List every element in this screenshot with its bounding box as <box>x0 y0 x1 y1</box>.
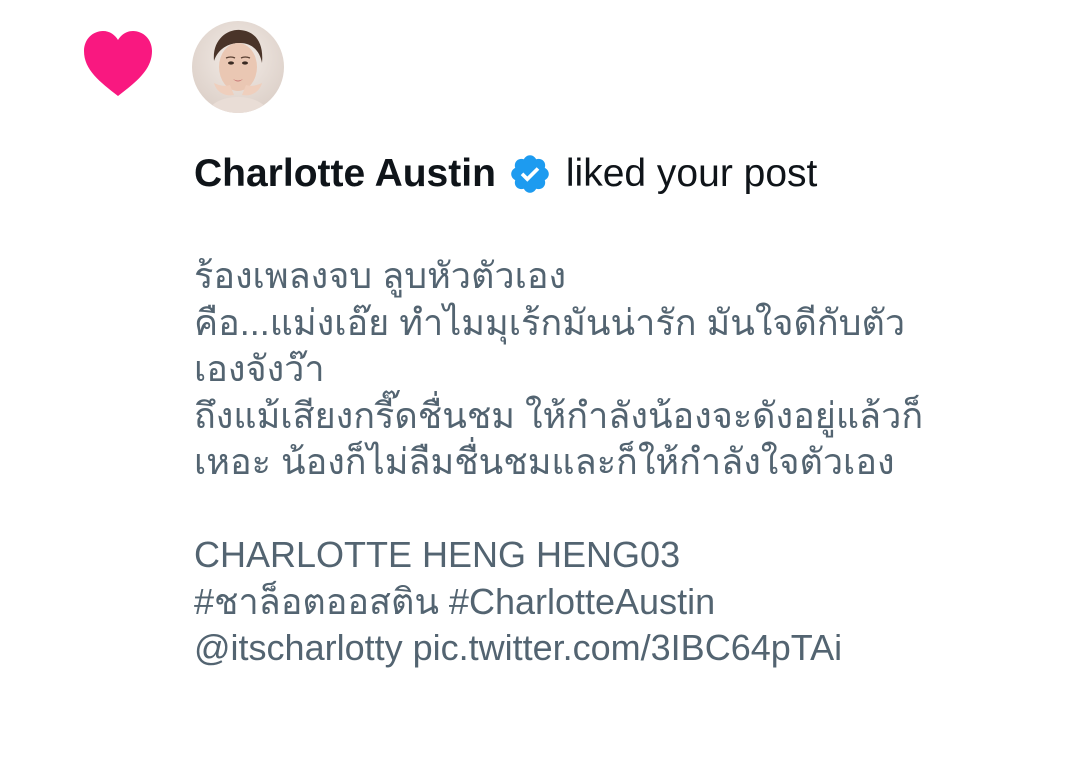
post-line: คือ...แม่งเอ๊ย ทำไมมุเร้กมันน่ารัก มันใจ… <box>194 301 906 343</box>
user-name[interactable]: Charlotte Austin <box>194 150 496 198</box>
verified-badge-icon <box>511 155 549 193</box>
like-notification[interactable]: Charlotte Austin liked your post ร้องเพล… <box>0 0 1077 778</box>
notification-action-text: liked your post <box>565 152 818 195</box>
post-preview[interactable]: ร้องเพลงจบ ลูบหัวตัวเอง คือ...แม่งเอ๊ย ท… <box>194 253 1054 672</box>
avatar[interactable] <box>192 21 284 113</box>
heart-icon <box>84 31 152 96</box>
post-line: ร้องเพลงจบ ลูบหัวตัวเอง <box>194 255 567 296</box>
mention-link-line: @itscharlotty pic.twitter.com/3IBC64pTAi <box>194 627 843 668</box>
post-line: เหอะ น้องก็ไม่ลืมชื่นชมและก็ให้กำลังใจตั… <box>194 441 895 482</box>
avatar-image <box>192 21 284 113</box>
hashtags-line: #ชาล็อตออสติน #CharlotteAustin <box>194 580 716 622</box>
notification-headline: Charlotte Austin liked your post <box>194 150 817 198</box>
post-line: CHARLOTTE HENG HENG03 <box>194 534 681 575</box>
post-line: เองจังว๊า <box>194 348 325 389</box>
post-line: ถึงแม้เสียงกรี๊ดชื่นชม ให้กำลังน้องจะดัง… <box>194 394 924 436</box>
